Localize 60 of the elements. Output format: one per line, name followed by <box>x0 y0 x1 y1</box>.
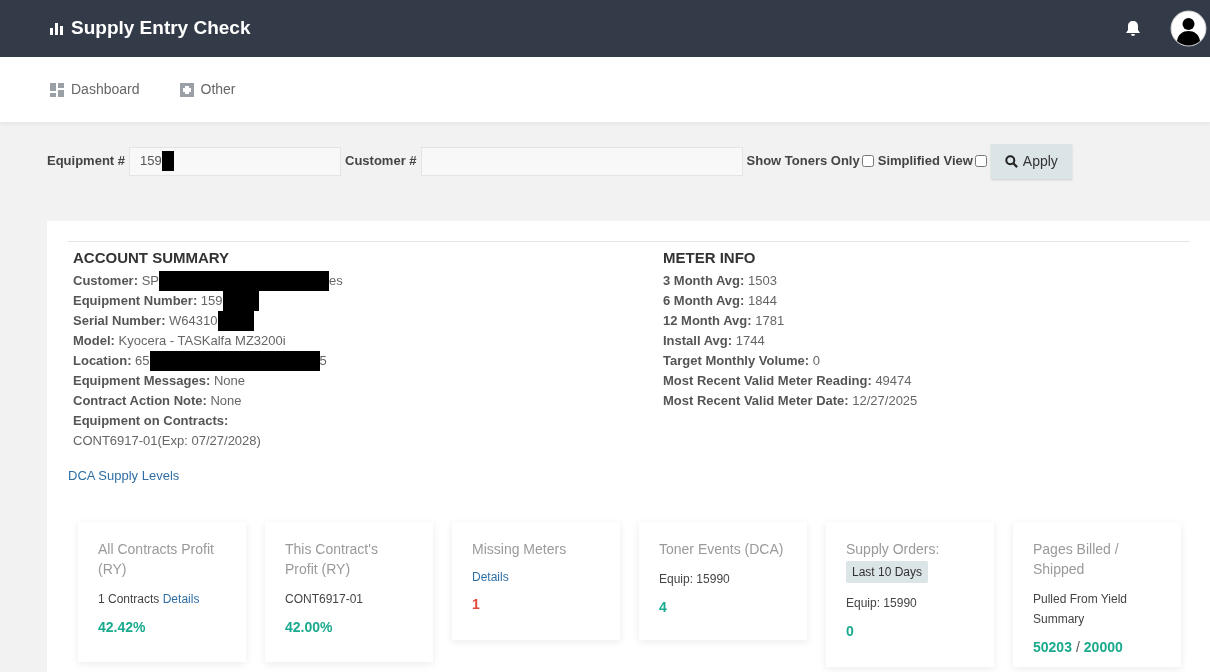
card-text: Equip: 15990 <box>659 571 730 586</box>
dca-link[interactable]: DCA Supply Levels <box>68 466 663 486</box>
period-badge: Last 10 Days <box>846 560 929 583</box>
app-title: Supply Entry Check <box>71 16 251 41</box>
card-title: All Contracts Profit (RY) <box>98 539 215 579</box>
field-row-text: Install Avg: 1744 <box>663 332 766 350</box>
details-link[interactable]: Details <box>472 567 600 586</box>
metric-value: 0 <box>846 622 854 639</box>
card-text: Equip: 15990 <box>846 595 917 610</box>
metric-value: 1 <box>472 595 480 612</box>
field-row-text: Most Recent Valid Meter Date: 12/27/2025 <box>663 392 918 410</box>
field-row-text: Target Monthly Volume: 0 <box>663 352 821 370</box>
metric-value: 20000 <box>1083 638 1123 655</box>
card-title: Supply Orders: <box>846 539 941 559</box>
field-row-text: Serial Number: W64310 <box>73 312 218 330</box>
field-row-text: Equipment on Contracts: <box>73 412 229 430</box>
metric-value: 50203 <box>1033 638 1072 655</box>
search-icon <box>1004 154 1018 168</box>
field-row-text: 6 Month Avg: 1844 <box>663 292 778 310</box>
card-title: Pages Billed / Shipped <box>1033 539 1120 579</box>
equipment-field[interactable]: 159 <box>129 146 341 176</box>
field-label: Customer # <box>345 152 417 171</box>
section-heading: METER INFO <box>663 248 757 268</box>
field-label: Equipment # <box>47 152 125 171</box>
field-value: 5 <box>319 352 327 370</box>
field-row-text: Equipment Number: 159 <box>73 292 223 310</box>
checkbox[interactable] <box>974 155 987 167</box>
separator-slash: / <box>1075 638 1080 655</box>
nav-link[interactable]: Dashboard <box>50 79 140 100</box>
card-title: Missing Meters <box>472 539 568 559</box>
field-row-text: Customer: SP <box>73 272 159 290</box>
field-row-text: Equipment Messages: None <box>73 372 245 390</box>
field-value: es <box>329 272 343 290</box>
contract-text: CONT6917-01(Exp: 07/27/2028) <box>73 432 262 450</box>
nav-link[interactable]: Other <box>179 79 236 100</box>
field-row-text: 3 Month Avg: 1503 <box>663 272 778 290</box>
field-row-text: Model: Kyocera - TASKalfa MZ3200i <box>73 332 286 350</box>
avatar-icon[interactable] <box>1170 10 1207 47</box>
checkbox-label: Show Toners Only <box>746 152 860 171</box>
apply-button[interactable]: Apply <box>990 143 1072 179</box>
dashboard-icon <box>50 82 64 97</box>
field-row-text: Location: 65 <box>73 352 150 370</box>
card-title: Toner Events (DCA) <box>659 539 785 559</box>
bar-chart-icon <box>50 22 64 35</box>
section-heading: ACCOUNT SUMMARY <box>73 248 231 268</box>
bell-icon[interactable] <box>1126 21 1140 36</box>
card-text: 1 Contracts <box>98 591 160 606</box>
card-text: CONT6917-01 <box>285 591 364 606</box>
field-row-text: Most Recent Valid Meter Reading: 49474 <box>663 372 913 390</box>
metric-value: 42.00% <box>285 618 333 635</box>
metric-value: 42.42% <box>98 618 146 635</box>
card-text: Pulled From Yield Summary <box>1033 591 1128 626</box>
details-link[interactable]: Details <box>162 591 200 606</box>
checkbox-label: Simplified View <box>877 152 973 171</box>
metric-value: 4 <box>659 598 667 615</box>
puzzle-icon <box>179 82 194 97</box>
field-row-text: Contract Action Note: None <box>73 392 242 410</box>
field-row-text: 12 Month Avg: 1781 <box>663 312 786 330</box>
checkbox[interactable] <box>861 155 874 167</box>
card-title: This Contract's Profit (RY) <box>285 539 379 579</box>
